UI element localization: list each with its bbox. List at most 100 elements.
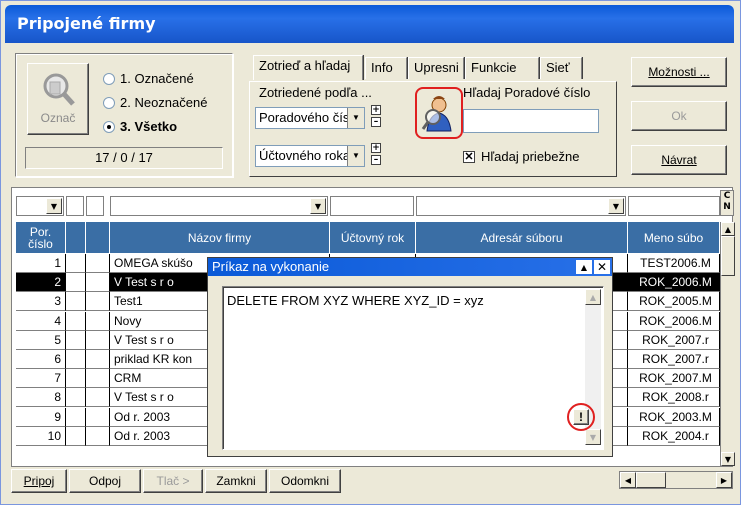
radio-all[interactable]: 3. Všetko	[103, 119, 177, 134]
tab-sort-search[interactable]: Zotrieď a hľadaj	[253, 55, 363, 80]
cell-col3[interactable]	[86, 407, 110, 427]
minus-icon[interactable]: –	[371, 117, 381, 127]
col-header-year[interactable]: Účtovný rok	[330, 222, 416, 254]
cell-num[interactable]: 10	[16, 426, 66, 446]
connect-button[interactable]: Pripoj	[11, 469, 67, 493]
plus-icon[interactable]: +	[371, 143, 381, 153]
ok-button[interactable]: Ok	[631, 101, 727, 131]
col-header-dir[interactable]: Adresár súboru	[416, 222, 628, 254]
cell-file[interactable]: ROK_2004.r	[628, 426, 720, 446]
cell-num[interactable]: 8	[16, 388, 66, 408]
sort2-value: Účtovného roka	[259, 148, 351, 163]
scroll-thumb[interactable]	[636, 472, 666, 488]
tab-functions[interactable]: Funkcie	[465, 57, 539, 79]
filter-name[interactable]: ▼	[110, 196, 328, 216]
filter-file[interactable]	[628, 196, 720, 216]
radio-unmarked[interactable]: 2. Neoznačené	[103, 95, 207, 110]
scroll-up-icon[interactable]: ▲	[721, 222, 735, 236]
cell-col3[interactable]	[86, 311, 110, 331]
cell-col2[interactable]	[66, 426, 86, 446]
cell-num[interactable]: 3	[16, 292, 66, 312]
scroll-left-icon[interactable]: ◀	[620, 472, 636, 488]
cell-file[interactable]: ROK_2007.r	[628, 330, 720, 350]
col-header-file[interactable]: Meno súbo	[628, 222, 720, 254]
scroll-up-icon[interactable]: ▲	[585, 289, 601, 305]
cell-col3[interactable]	[86, 426, 110, 446]
cell-file[interactable]: ROK_2006.M	[628, 311, 720, 331]
horizontal-scrollbar[interactable]: ◀ ▶	[619, 471, 733, 489]
cell-col3[interactable]	[86, 292, 110, 312]
cell-num[interactable]: 4	[16, 311, 66, 331]
radio-marked[interactable]: 1. Označené	[103, 71, 194, 86]
cell-col3[interactable]	[86, 254, 110, 273]
tab-refine[interactable]: Upresni	[408, 57, 464, 79]
filter-col3[interactable]	[86, 196, 104, 216]
cell-num[interactable]: 7	[16, 369, 66, 389]
cell-file[interactable]: ROK_2008.r	[628, 388, 720, 408]
disconnect-button[interactable]: Odpoj	[69, 469, 141, 493]
filter-col2[interactable]	[66, 196, 84, 216]
tab-strip: Zotrieď a hľadaj Info Upresni Funkcie Si…	[253, 55, 623, 83]
tab-network[interactable]: Sieť	[540, 57, 582, 79]
cell-file[interactable]: ROK_2003.M	[628, 407, 720, 427]
sort1-select[interactable]: Poradového čísla ▼	[255, 107, 365, 129]
filter-year[interactable]	[330, 196, 414, 216]
cell-file[interactable]: ROK_2005.M	[628, 292, 720, 312]
filter-num[interactable]: ▼	[16, 196, 64, 216]
cell-col3[interactable]	[86, 330, 110, 350]
cell-col3[interactable]	[86, 369, 110, 389]
sql-editor[interactable]: DELETE FROM XYZ WHERE XYZ_ID = xyz ▲ ▼ !	[222, 286, 604, 450]
cell-col3[interactable]	[86, 273, 110, 293]
cell-col2[interactable]	[66, 311, 86, 331]
cell-col2[interactable]	[66, 369, 86, 389]
unlock-button[interactable]: Odomkni	[269, 469, 341, 493]
plus-icon[interactable]: +	[371, 105, 381, 115]
cell-col3[interactable]	[86, 350, 110, 369]
dialog-arrow-icon[interactable]: ▲	[576, 260, 592, 274]
col-header-3[interactable]	[86, 222, 110, 254]
options-button[interactable]: Možnosti ...	[631, 57, 727, 87]
cell-col2[interactable]	[66, 407, 86, 427]
cell-num[interactable]: 2	[16, 273, 66, 293]
tab-info[interactable]: Info	[365, 57, 407, 79]
cell-num[interactable]: 5	[16, 330, 66, 350]
sql-text[interactable]: DELETE FROM XYZ WHERE XYZ_ID = xyz	[227, 293, 484, 308]
col-header-num[interactable]: Por. číslo	[16, 222, 66, 254]
print-button[interactable]: Tlač >	[143, 469, 203, 493]
cell-file[interactable]: ROK_2006.M	[628, 273, 720, 293]
filter-dir[interactable]: ▼	[416, 196, 626, 216]
search-input[interactable]	[463, 109, 599, 133]
lock-button[interactable]: Zamkni	[205, 469, 267, 493]
close-icon[interactable]: ✕	[594, 260, 610, 274]
cell-file[interactable]: ROK_2007.M	[628, 369, 720, 389]
mark-button[interactable]: Označ	[27, 63, 89, 135]
cell-file[interactable]: TEST2006.M	[628, 254, 720, 273]
cell-col2[interactable]	[66, 292, 86, 312]
search-continuous-checkbox[interactable]: ✕ Hľadaj priebežne	[463, 149, 579, 164]
cell-col2[interactable]	[66, 254, 86, 273]
sql-command-button[interactable]	[421, 93, 457, 133]
cell-col3[interactable]	[86, 388, 110, 408]
col-header-2[interactable]	[66, 222, 86, 254]
chevron-down-icon: ▼	[608, 198, 624, 214]
scroll-down-icon[interactable]: ▼	[721, 452, 735, 466]
sort2-select[interactable]: Účtovného roka ▼	[255, 145, 365, 167]
scroll-right-icon[interactable]: ▶	[716, 472, 732, 488]
cell-num[interactable]: 1	[16, 254, 66, 273]
back-button[interactable]: Návrat	[631, 145, 727, 175]
cell-num[interactable]: 6	[16, 350, 66, 369]
scroll-thumb[interactable]	[721, 236, 735, 276]
cell-col2[interactable]	[66, 350, 86, 369]
column-chooser[interactable]: CN	[720, 190, 734, 216]
vertical-scrollbar[interactable]: ▲ ▼	[720, 222, 735, 466]
scroll-down-icon[interactable]: ▼	[585, 429, 601, 445]
record-counter: 17 / 0 / 17	[25, 147, 223, 169]
col-header-name[interactable]: Názov firmy	[110, 222, 330, 254]
cell-col2[interactable]	[66, 388, 86, 408]
cell-col2[interactable]	[66, 330, 86, 350]
execute-button[interactable]: !	[573, 409, 589, 425]
cell-file[interactable]: ROK_2007.r	[628, 350, 720, 369]
cell-col2[interactable]	[66, 273, 86, 293]
cell-num[interactable]: 9	[16, 407, 66, 427]
minus-icon[interactable]: –	[371, 155, 381, 165]
